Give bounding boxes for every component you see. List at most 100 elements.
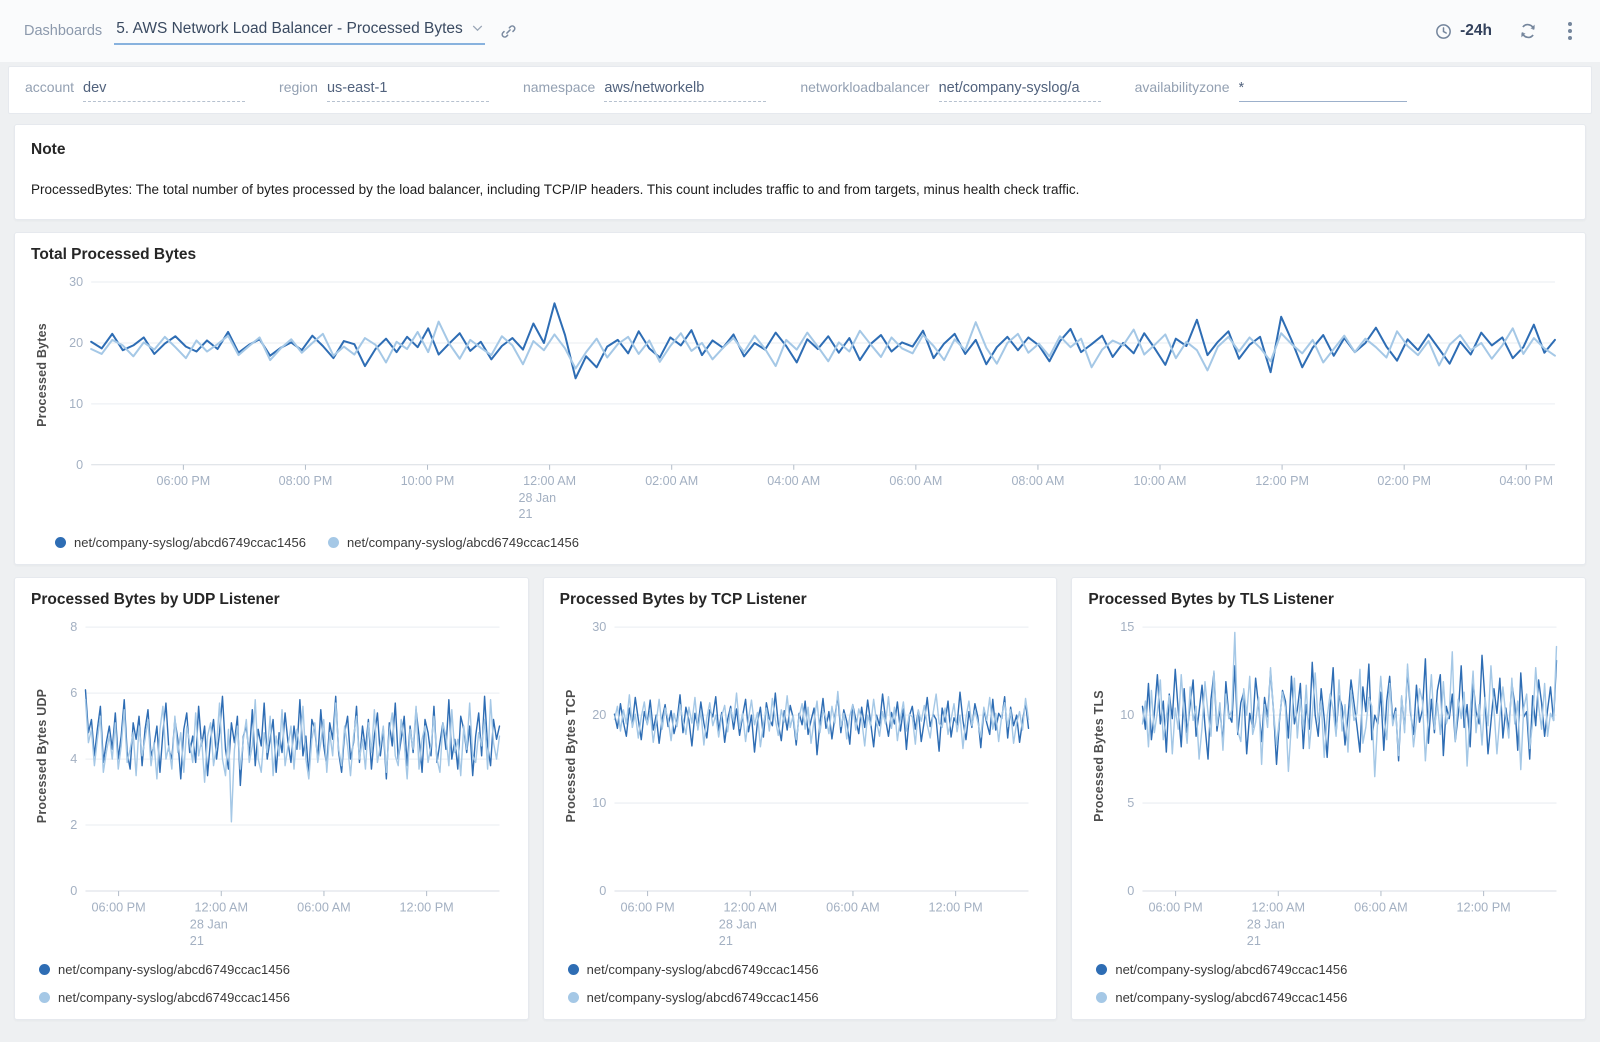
filter-bar: account dev region us-east-1 namespace a… [8, 66, 1592, 114]
svg-text:21: 21 [718, 934, 732, 948]
time-range-button[interactable]: -24h [1434, 22, 1492, 41]
svg-text:4: 4 [70, 752, 77, 766]
breadcrumb[interactable]: Dashboards [24, 23, 102, 39]
filter-namespace-label: namespace [523, 79, 595, 95]
filter-availabilityzone: availabilityzone * [1135, 79, 1407, 102]
series-dot-dark [1096, 964, 1107, 975]
y-axis-label-tcp: Processed Bytes TCP [564, 690, 578, 823]
svg-text:20: 20 [592, 708, 606, 722]
svg-text:06:00 AM: 06:00 AM [1355, 900, 1409, 914]
svg-text:06:00 AM: 06:00 AM [889, 474, 942, 488]
svg-text:02:00 AM: 02:00 AM [645, 474, 698, 488]
note-title: Note [31, 141, 1569, 159]
note-panel: Note ProcessedBytes: The total number of… [14, 124, 1586, 220]
y-axis-label-tls: Processed Bytes TLS [1092, 691, 1106, 823]
total-chart-canvas[interactable]: 010203006:00 PM08:00 PM10:00 PM12:00 AM2… [53, 270, 1569, 521]
svg-text:21: 21 [518, 507, 532, 521]
svg-text:12:00 PM: 12:00 PM [928, 900, 982, 914]
legend-label: net/company-syslog/abcd6749ccac1456 [58, 962, 290, 977]
tcp-chart-canvas[interactable]: 010203006:00 PM12:00 AM28 Jan2106:00 AM1… [582, 615, 1041, 952]
svg-text:12:00 PM: 12:00 PM [400, 900, 454, 914]
legend-item[interactable]: net/company-syslog/abcd6749ccac1456 [568, 962, 1041, 977]
svg-text:0: 0 [599, 884, 606, 898]
svg-text:10: 10 [1121, 708, 1135, 722]
svg-text:30: 30 [592, 620, 606, 634]
filter-account-input[interactable]: dev [83, 80, 245, 102]
series-dot-dark [39, 964, 50, 975]
svg-text:10:00 PM: 10:00 PM [401, 474, 455, 488]
svg-text:02:00 PM: 02:00 PM [1377, 474, 1431, 488]
filter-availabilityzone-input[interactable]: * [1239, 80, 1407, 102]
legend-label: net/company-syslog/abcd6749ccac1456 [1115, 990, 1347, 1005]
series-dot-light [39, 992, 50, 1003]
legend-item[interactable]: net/company-syslog/abcd6749ccac1456 [55, 535, 306, 550]
refresh-icon[interactable] [1518, 21, 1538, 41]
share-link-icon[interactable] [499, 22, 518, 41]
svg-text:21: 21 [1247, 934, 1261, 948]
svg-text:10: 10 [69, 397, 83, 411]
svg-text:12:00 PM: 12:00 PM [1255, 474, 1309, 488]
legend-label: net/company-syslog/abcd6749ccac1456 [587, 990, 819, 1005]
chart-title-tcp: Processed Bytes by TCP Listener [560, 591, 1041, 609]
chevron-down-icon [472, 25, 483, 32]
filter-region: region us-east-1 [279, 79, 489, 102]
svg-text:28 Jan: 28 Jan [518, 491, 556, 505]
series-dot-light [568, 992, 579, 1003]
svg-text:04:00 AM: 04:00 AM [767, 474, 820, 488]
tls-chart-canvas[interactable]: 05101506:00 PM12:00 AM28 Jan2106:00 AM12… [1110, 615, 1569, 952]
legend-item[interactable]: net/company-syslog/abcd6749ccac1456 [39, 962, 512, 977]
svg-text:12:00 AM: 12:00 AM [723, 900, 777, 914]
svg-text:06:00 PM: 06:00 PM [157, 474, 211, 488]
legend-item[interactable]: net/company-syslog/abcd6749ccac1456 [39, 990, 512, 1005]
svg-text:10:00 AM: 10:00 AM [1134, 474, 1187, 488]
panel-tcp-listener: Processed Bytes by TCP Listener Processe… [543, 577, 1058, 1020]
svg-text:8: 8 [70, 620, 77, 634]
legend-label: net/company-syslog/abcd6749ccac1456 [1115, 962, 1347, 977]
legend-total: net/company-syslog/abcd6749ccac1456 net/… [31, 535, 1569, 550]
svg-text:28 Jan: 28 Jan [1247, 918, 1285, 932]
svg-text:08:00 PM: 08:00 PM [279, 474, 333, 488]
series-dot-light [1096, 992, 1107, 1003]
series-dot-light [328, 537, 339, 548]
svg-text:2: 2 [70, 818, 77, 832]
udp-chart-canvas[interactable]: 0246806:00 PM12:00 AM28 Jan2106:00 AM12:… [53, 615, 512, 952]
svg-text:06:00 AM: 06:00 AM [826, 900, 880, 914]
legend-tcp: net/company-syslog/abcd6749ccac1456 net/… [560, 962, 1041, 1005]
chart-title-total: Total Processed Bytes [31, 246, 1569, 264]
svg-text:12:00 PM: 12:00 PM [1457, 900, 1511, 914]
svg-text:28 Jan: 28 Jan [718, 918, 756, 932]
clock-icon [1434, 22, 1453, 41]
legend-item[interactable]: net/company-syslog/abcd6749ccac1456 [1096, 962, 1569, 977]
svg-text:06:00 AM: 06:00 AM [297, 900, 351, 914]
legend-label: net/company-syslog/abcd6749ccac1456 [58, 990, 290, 1005]
filter-networkloadbalancer-input[interactable]: net/company-syslog/a [939, 80, 1101, 102]
legend-item[interactable]: net/company-syslog/abcd6749ccac1456 [1096, 990, 1569, 1005]
dashboard-title: 5. AWS Network Load Balancer - Processed… [116, 20, 463, 38]
svg-text:21: 21 [190, 934, 204, 948]
legend-label: net/company-syslog/abcd6749ccac1456 [347, 535, 579, 550]
panel-udp-listener: Processed Bytes by UDP Listener Processe… [14, 577, 529, 1020]
time-range-label: -24h [1460, 22, 1492, 40]
listener-charts-row: Processed Bytes by UDP Listener Processe… [14, 577, 1586, 1020]
panel-tls-listener: Processed Bytes by TLS Listener Processe… [1071, 577, 1586, 1020]
top-bar: Dashboards 5. AWS Network Load Balancer … [0, 0, 1600, 62]
chart-title-udp: Processed Bytes by UDP Listener [31, 591, 512, 609]
filter-availabilityzone-label: availabilityzone [1135, 79, 1230, 95]
svg-text:06:00 PM: 06:00 PM [620, 900, 674, 914]
svg-text:15: 15 [1121, 620, 1135, 634]
svg-text:6: 6 [70, 686, 77, 700]
series-dot-dark [55, 537, 66, 548]
svg-text:20: 20 [69, 336, 83, 350]
filter-networkloadbalancer-label: networkloadbalancer [800, 79, 929, 95]
panel-total-processed-bytes: Total Processed Bytes Processed Bytes 01… [14, 232, 1586, 565]
filter-namespace-input[interactable]: aws/networkelb [604, 80, 766, 102]
legend-item[interactable]: net/company-syslog/abcd6749ccac1456 [328, 535, 579, 550]
kebab-menu-icon[interactable] [1564, 20, 1576, 42]
svg-text:12:00 AM: 12:00 AM [523, 474, 576, 488]
legend-udp: net/company-syslog/abcd6749ccac1456 net/… [31, 962, 512, 1005]
legend-item[interactable]: net/company-syslog/abcd6749ccac1456 [568, 990, 1041, 1005]
filter-region-input[interactable]: us-east-1 [327, 80, 489, 102]
dashboard-title-dropdown[interactable]: 5. AWS Network Load Balancer - Processed… [114, 18, 485, 45]
y-axis-label-total: Processed Bytes [35, 324, 49, 428]
legend-tls: net/company-syslog/abcd6749ccac1456 net/… [1088, 962, 1569, 1005]
